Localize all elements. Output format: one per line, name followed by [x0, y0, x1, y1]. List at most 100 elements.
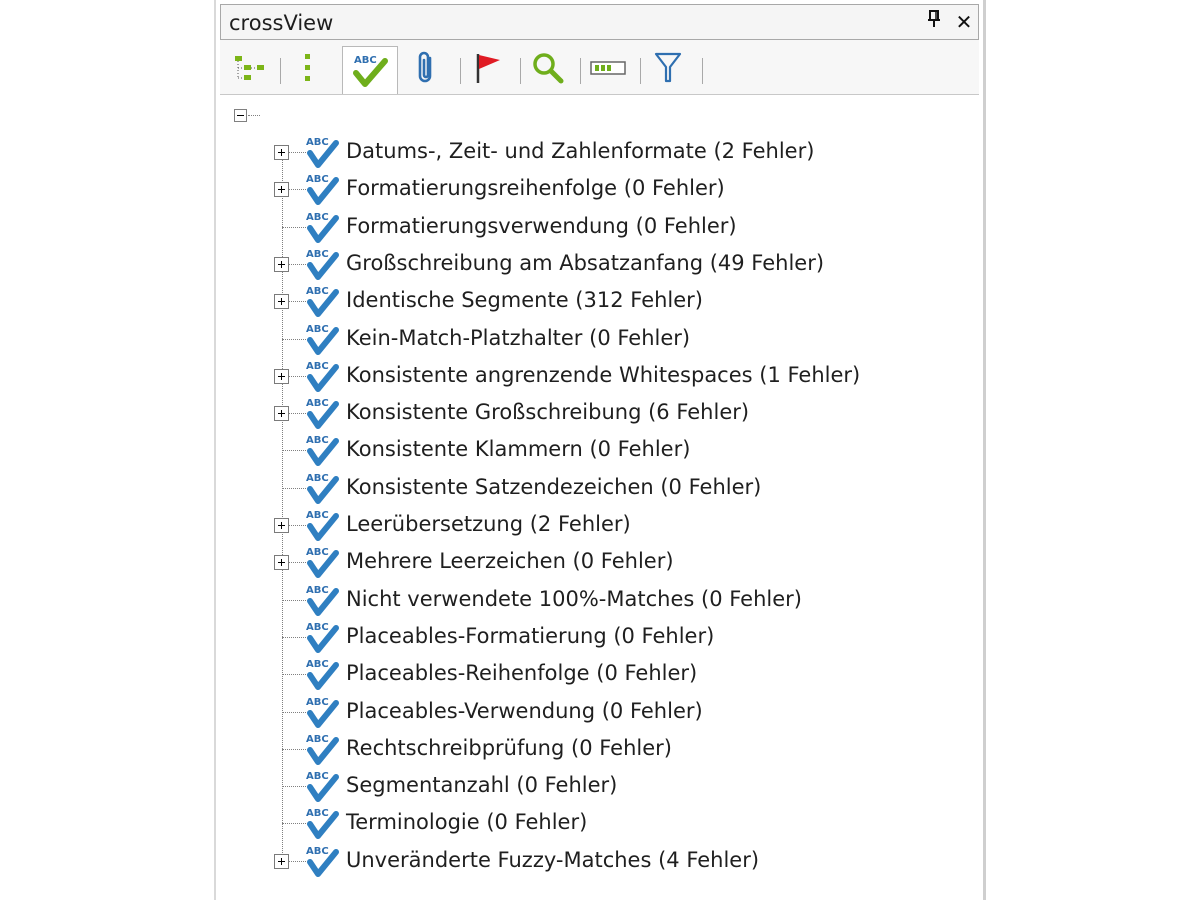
tree-item-label: Placeables-Reihenfolge (0 Fehler): [346, 661, 698, 686]
progress-button[interactable]: [586, 48, 630, 88]
abc-spellcheck-icon: ABC: [304, 432, 340, 468]
tree-item[interactable]: ABC Konsistente Klammern (0 Fehler): [220, 431, 960, 469]
svg-text:ABC: ABC: [306, 734, 329, 745]
pin-icon[interactable]: [921, 9, 947, 35]
svg-text:ABC: ABC: [306, 398, 329, 409]
abc-spellcheck-icon: ABC: [304, 358, 340, 394]
svg-text:ABC: ABC: [306, 622, 329, 633]
expand-toggle[interactable]: [274, 368, 289, 384]
tree-item[interactable]: ABC Konsistente Satzendezeichen (0 Fehler…: [220, 469, 960, 507]
toolbar-separator: [460, 58, 461, 84]
expand-toggle[interactable]: [274, 182, 289, 198]
tree-item-label: Konsistente angrenzende Whitespaces (1 F…: [346, 362, 861, 387]
tree-item-label: Großschreibung am Absatzanfang (49 Fehle…: [346, 250, 825, 275]
abc-check-button[interactable]: ABC: [342, 46, 398, 94]
progress-bar-icon: [590, 61, 626, 75]
abc-spellcheck-icon: ABC: [304, 283, 340, 319]
expand-toggle[interactable]: [274, 256, 289, 272]
tree-item-label: Datums-, Zeit- und Zahlenformate (2 Fehl…: [346, 139, 815, 163]
svg-text:ABC: ABC: [306, 473, 329, 484]
tree-item[interactable]: ABC Konsistente angrenzende Whitespaces (…: [220, 357, 960, 395]
toolbar: ABC: [220, 40, 979, 95]
hierarchy-view-button[interactable]: [228, 48, 272, 88]
tree-item[interactable]: ABC Datums-, Zeit- und Zahlenformate (2 F…: [220, 133, 960, 171]
tree-connector: [282, 636, 306, 638]
panel-titlebar: crossView ✕: [220, 4, 979, 40]
svg-text:ABC: ABC: [306, 697, 329, 708]
tree-item[interactable]: ABC Großschreibung am Absatzanfang (49 Fe…: [220, 245, 960, 283]
abc-spellcheck-icon: ABC: [304, 619, 340, 655]
tree-connector: [282, 786, 306, 788]
tree-connector: [282, 711, 306, 713]
tree-connector: [248, 115, 260, 116]
tree-item-label: Konsistente Großschreibung (6 Fehler): [346, 400, 750, 425]
expand-toggle[interactable]: [274, 145, 289, 160]
check-tree: ABC Datums-, Zeit- und Zahlenformate (2 F…: [220, 95, 979, 900]
tree-connector: [282, 599, 306, 601]
tree-item-label: Rechtschreibprüfung (0 Fehler): [346, 735, 672, 760]
expand-toggle[interactable]: [274, 555, 289, 571]
crossview-panel: crossView ✕ ABC ABC Datums-, Zeit- und Z…: [214, 0, 986, 900]
tree-item[interactable]: ABC Placeables-Verwendung (0 Fehler): [220, 693, 960, 731]
abc-spellcheck-icon: ABC: [304, 507, 340, 543]
panel-title: crossView: [229, 11, 334, 35]
tree-item[interactable]: ABC Nicht verwendete 100%-Matches (0 Fehl…: [220, 581, 960, 619]
tree-item[interactable]: ABC Mehrere Leerzeichen (0 Fehler): [220, 543, 960, 581]
tree-item[interactable]: ABC Unveränderte Fuzzy-Matches (4 Fehler): [220, 842, 960, 880]
abc-spellcheck-icon: ABC: [304, 768, 340, 804]
tree-item-label: Placeables-Formatierung (0 Fehler): [346, 623, 715, 648]
tree-connector: [282, 487, 306, 489]
svg-text:ABC: ABC: [306, 137, 329, 148]
tree-item-label: Konsistente Klammern (0 Fehler): [346, 437, 691, 462]
tree-connector: [282, 450, 306, 452]
search-button[interactable]: [526, 48, 570, 88]
toolbar-separator: [580, 58, 581, 84]
svg-text:ABC: ABC: [306, 585, 329, 596]
svg-text:ABC: ABC: [306, 510, 329, 521]
abc-spellcheck-icon: ABC: [304, 731, 340, 767]
svg-text:ABC: ABC: [306, 361, 329, 372]
paperclip-icon: [418, 51, 432, 83]
expand-toggle[interactable]: [274, 406, 289, 422]
tree-item[interactable]: ABC Placeables-Formatierung (0 Fehler): [220, 618, 960, 656]
tree-item[interactable]: ABC Konsistente Großschreibung (6 Fehler): [220, 394, 960, 432]
list-view-button[interactable]: [286, 48, 330, 88]
close-icon[interactable]: ✕: [951, 9, 977, 35]
svg-text:ABC: ABC: [306, 771, 329, 782]
tree-item-label: Unveränderte Fuzzy-Matches (4 Fehler): [346, 847, 760, 872]
tree-item-label: Terminologie (0 Fehler): [346, 810, 588, 835]
abc-spellcheck-icon: ABC: [304, 805, 340, 841]
filter-button[interactable]: [646, 48, 690, 88]
tree-item-label: Konsistente Satzendezeichen (0 Fehler): [346, 474, 762, 499]
flag-button[interactable]: [466, 48, 510, 88]
hierarchy-view-icon: [235, 56, 264, 80]
abc-spellcheck-icon: ABC: [304, 694, 340, 730]
expand-toggle[interactable]: [274, 518, 289, 533]
tree-item[interactable]: ABC Kein-Match-Platzhalter (0 Fehler): [220, 320, 960, 358]
svg-text:ABC: ABC: [306, 547, 329, 558]
toolbar-separator: [520, 58, 521, 84]
expand-toggle[interactable]: [274, 294, 289, 310]
abc-spellcheck-icon: ABC: [304, 582, 340, 618]
tree-item[interactable]: ABC Segmentanzahl (0 Fehler): [220, 767, 960, 805]
tree-item[interactable]: ABC Rechtschreibprüfung (0 Fehler): [220, 730, 960, 768]
toolbar-separator: [640, 58, 641, 84]
tree-connector: [282, 674, 306, 676]
expand-toggle[interactable]: [274, 853, 289, 869]
filter-funnel-icon: [654, 52, 682, 83]
tree-item[interactable]: ABC Formatierungsreihenfolge (0 Fehler): [220, 170, 960, 208]
tree-connector: [282, 226, 306, 228]
magnifier-icon: [533, 53, 564, 84]
tree-item[interactable]: ABC Terminologie (0 Fehler): [220, 804, 960, 842]
list-view-icon: [305, 54, 310, 81]
paperclip-button[interactable]: [404, 48, 448, 88]
tree-item[interactable]: ABC Placeables-Reihenfolge (0 Fehler): [220, 655, 960, 693]
abc-spellcheck-icon: ABC: [304, 171, 340, 207]
root-collapse-toggle[interactable]: [234, 109, 247, 122]
svg-text:ABC: ABC: [354, 55, 377, 66]
tree-item[interactable]: ABC Formatierungsverwendung (0 Fehler): [220, 208, 960, 246]
tree-item[interactable]: ABC Identische Segmente (312 Fehler): [220, 282, 960, 320]
abc-spellcheck-icon: ABC: [304, 134, 340, 170]
svg-text:ABC: ABC: [306, 435, 329, 446]
tree-item[interactable]: ABC Leerübersetzung (2 Fehler): [220, 506, 960, 544]
